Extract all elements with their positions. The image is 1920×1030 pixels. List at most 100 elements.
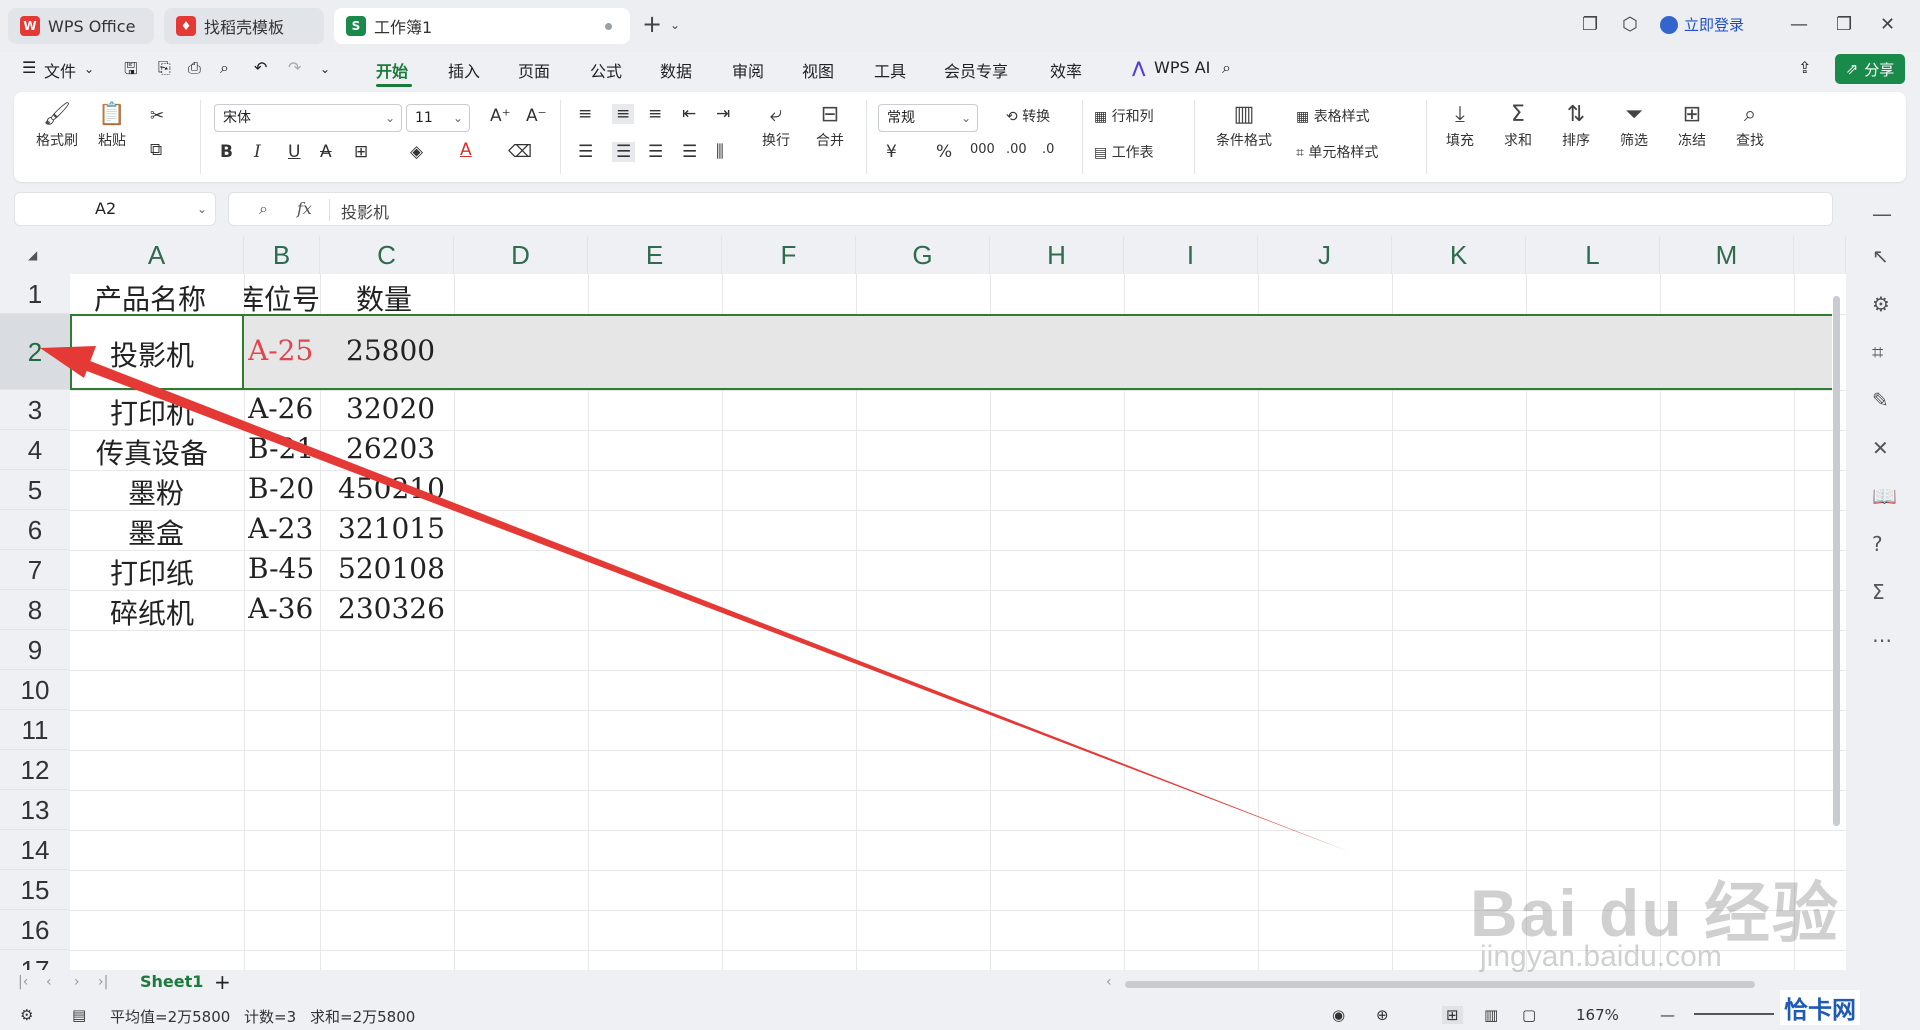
tab-workbook[interactable]: S 工作簿1: [334, 8, 630, 44]
maximize-icon[interactable]: ❐: [1836, 14, 1852, 35]
column-header-h[interactable]: H: [990, 236, 1124, 274]
align-bottom-icon[interactable]: ≡: [648, 104, 662, 124]
file-chevron-icon[interactable]: ⌄: [84, 62, 94, 76]
cell-c5[interactable]: 450210: [338, 472, 445, 505]
copy-icon[interactable]: ⧉: [150, 140, 162, 160]
row-header-8[interactable]: 8: [0, 590, 70, 630]
cell-c2[interactable]: 25800: [346, 334, 435, 367]
conditional-format-button[interactable]: ▥ 条件格式: [1208, 100, 1280, 150]
scroll-left-icon[interactable]: ‹: [1106, 974, 1112, 990]
menu-efficiency[interactable]: 效率: [1050, 58, 1082, 82]
increase-indent-icon[interactable]: ⇥: [716, 104, 730, 124]
sum-button[interactable]: Σ 求和: [1496, 100, 1540, 150]
cell-a2[interactable]: 投影机: [110, 334, 194, 374]
row-header-6[interactable]: 6: [0, 510, 70, 550]
search-icon[interactable]: ⌕: [1222, 58, 1231, 78]
vertical-scrollbar[interactable]: [1833, 296, 1840, 826]
strikethrough-icon[interactable]: A: [320, 142, 332, 162]
close-icon[interactable]: ✕: [1880, 14, 1895, 35]
cell-c3[interactable]: 32020: [346, 392, 435, 425]
menu-insert[interactable]: 插入: [448, 58, 480, 82]
underline-icon[interactable]: U: [288, 142, 300, 162]
cube-icon[interactable]: ⬡: [1622, 14, 1638, 35]
increase-decimal-icon[interactable]: .00: [1006, 142, 1027, 157]
column-header-l[interactable]: L: [1526, 236, 1660, 274]
align-left-icon[interactable]: ☰: [578, 142, 593, 162]
select-pointer-icon[interactable]: ↖: [1872, 244, 1889, 268]
cell-c7[interactable]: 520108: [338, 552, 445, 585]
page-break-view-icon[interactable]: ▢: [1522, 1006, 1536, 1024]
column-header-n[interactable]: [1794, 236, 1846, 274]
tab-list-chevron-icon[interactable]: ⌄: [670, 18, 680, 32]
row-header-1[interactable]: 1: [0, 274, 70, 314]
column-header-j[interactable]: J: [1258, 236, 1392, 274]
zoom-level[interactable]: 167%: [1576, 1006, 1619, 1024]
worksheet-button[interactable]: ▤ 工作表: [1094, 142, 1194, 162]
align-middle-icon[interactable]: ≡: [612, 104, 635, 124]
cell-a5[interactable]: 墨粉: [128, 472, 184, 512]
menu-home[interactable]: 开始: [376, 58, 408, 82]
menu-page[interactable]: 页面: [518, 58, 550, 82]
menu-view[interactable]: 视图: [802, 58, 834, 82]
cell-c4[interactable]: 26203: [346, 432, 435, 465]
font-color-icon[interactable]: A: [460, 140, 472, 160]
font-size-select[interactable]: 11 ⌄: [406, 104, 470, 132]
formula-value[interactable]: 投影机: [341, 199, 389, 223]
add-sheet-icon[interactable]: +: [214, 970, 231, 994]
menu-review[interactable]: 审阅: [732, 58, 764, 82]
column-header-a[interactable]: A: [70, 236, 244, 274]
cell-c1[interactable]: 数量: [356, 278, 412, 318]
column-header-i[interactable]: I: [1124, 236, 1258, 274]
cell-a8[interactable]: 碎纸机: [110, 592, 194, 632]
format-painter-button[interactable]: 🖌 格式刷: [32, 100, 82, 150]
tools-icon[interactable]: ✕: [1872, 436, 1889, 460]
cell-b6[interactable]: A-23: [248, 512, 313, 545]
more-icon[interactable]: ⋯: [1872, 628, 1892, 652]
clear-icon[interactable]: ⌫: [508, 142, 532, 162]
column-header-c[interactable]: C: [320, 236, 454, 274]
align-top-icon[interactable]: ≡: [578, 104, 592, 124]
formula-bar[interactable]: ⌕ fx 投影机: [228, 192, 1833, 226]
row-header-16[interactable]: 16: [0, 910, 70, 950]
cell-b1[interactable]: 库位号: [244, 278, 320, 318]
distribute-icon[interactable]: ⫼: [716, 142, 724, 162]
adjust-icon[interactable]: ⚙: [1872, 292, 1890, 316]
filter-button[interactable]: ⏷ 筛选: [1612, 100, 1656, 150]
cell-b4[interactable]: B-21: [248, 432, 314, 465]
bold-icon[interactable]: B: [220, 142, 233, 162]
paste-button[interactable]: 📋 粘贴: [90, 100, 134, 150]
row-header-17[interactable]: 17: [0, 950, 70, 970]
cell-mode-icon[interactable]: ▤: [72, 1006, 86, 1024]
save-icon[interactable]: 🖫: [124, 58, 138, 85]
column-header-f[interactable]: F: [722, 236, 856, 274]
menu-member[interactable]: 会员专享: [944, 58, 1008, 82]
merge-button[interactable]: ⊟ 合并: [806, 100, 854, 150]
menu-data[interactable]: 数据: [660, 58, 692, 82]
login-link[interactable]: 立即登录: [1660, 14, 1744, 35]
row-header-13[interactable]: 13: [0, 790, 70, 830]
font-name-select[interactable]: 宋体 ⌄: [214, 104, 402, 132]
tab-template[interactable]: ♦ 找稻壳模板: [164, 8, 324, 44]
row-header-12[interactable]: 12: [0, 750, 70, 790]
menu-formula[interactable]: 公式: [590, 58, 622, 82]
select-all-corner[interactable]: ◢: [0, 236, 70, 274]
first-sheet-icon[interactable]: |‹: [18, 974, 28, 990]
print-icon[interactable]: ⎙: [188, 58, 201, 78]
new-tab-button[interactable]: +: [642, 10, 662, 38]
print-preview-icon[interactable]: ⌕: [220, 58, 229, 78]
menu-tools[interactable]: 工具: [874, 58, 906, 82]
cell-b8[interactable]: A-36: [248, 592, 313, 625]
row-header-7[interactable]: 7: [0, 550, 70, 590]
wrap-text-button[interactable]: ⤶ 换行: [754, 100, 798, 150]
column-header-k[interactable]: K: [1392, 236, 1526, 274]
formula-sum-icon[interactable]: Σ: [1872, 580, 1885, 604]
quick-access-chevron-icon[interactable]: ⌄: [320, 62, 330, 76]
wps-ai-menu[interactable]: WPS AI: [1154, 58, 1210, 77]
cell-a3[interactable]: 打印机: [110, 392, 194, 432]
eye-protection-icon[interactable]: ◉: [1332, 1006, 1345, 1024]
decrease-indent-icon[interactable]: ⇤: [682, 104, 696, 124]
menu-icon[interactable]: ☰: [22, 58, 36, 77]
tab-wps-office[interactable]: W WPS Office: [8, 8, 154, 44]
window-layout-icon[interactable]: ❐: [1582, 14, 1598, 35]
crop-icon[interactable]: ⌗: [1872, 340, 1883, 364]
